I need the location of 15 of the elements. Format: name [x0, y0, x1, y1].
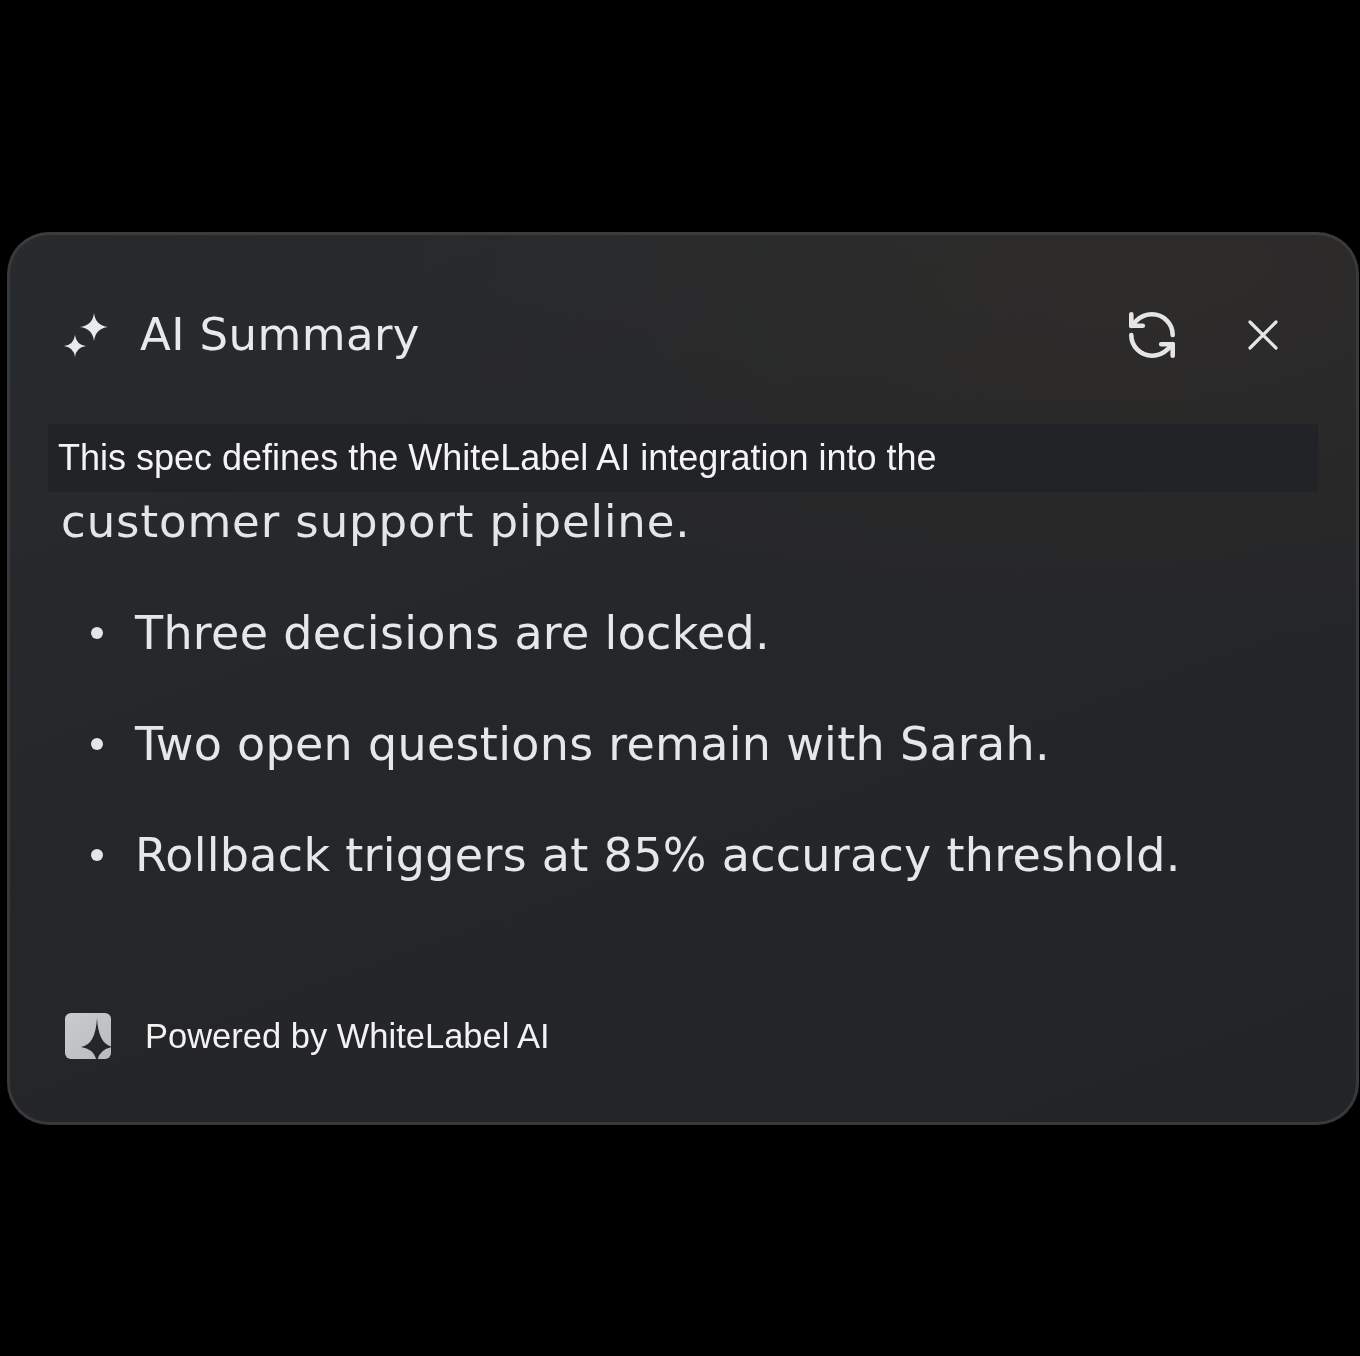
panel-title: AI Summary	[140, 307, 420, 363]
bullet-text: Three decisions are locked.	[135, 605, 771, 662]
close-button[interactable]	[1248, 320, 1278, 350]
refresh-button[interactable]	[1126, 312, 1178, 358]
bullet-text: Two open questions remain with Sarah.	[135, 716, 1050, 773]
bullet-icon	[91, 849, 103, 861]
powered-by-text: Powered by WhiteLabel AI	[145, 1016, 550, 1056]
bullet-text: Rollback triggers at 85% accuracy threshold.	[135, 827, 1181, 884]
bullet-icon	[91, 627, 103, 639]
refresh-icon	[1127, 312, 1177, 358]
bullet-icon	[91, 738, 103, 750]
summary-text: This spec defines the WhiteLabel AI integration into the	[58, 437, 937, 479]
close-icon	[1248, 320, 1278, 350]
logo-icon	[65, 1013, 111, 1059]
summary-text: customer support pipeline.	[60, 494, 692, 550]
